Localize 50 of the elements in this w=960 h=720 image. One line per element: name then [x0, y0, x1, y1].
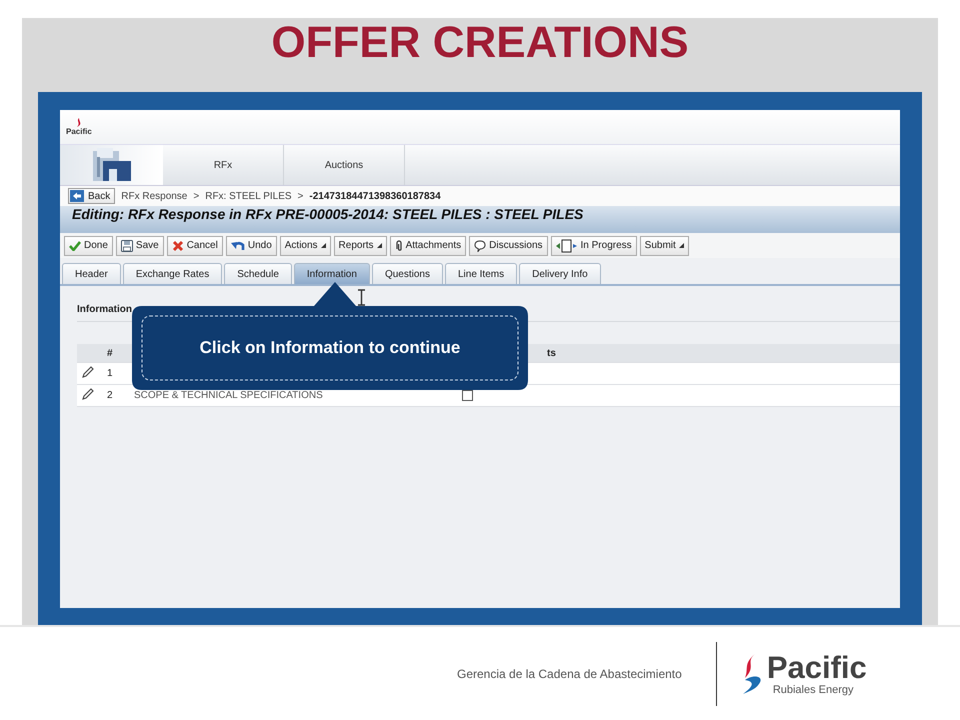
slide-title: OFFER CREATIONS: [270, 18, 690, 69]
paperclip-icon: [394, 240, 403, 252]
table-cell-text: 1: [106, 368, 114, 379]
toolbar-button[interactable]: Done: [64, 236, 113, 256]
tab[interactable]: Schedule: [224, 263, 292, 284]
cross-icon: [172, 240, 184, 252]
footer-text: Gerencia de la Cadena de Abastecimiento: [457, 666, 682, 680]
menu-button[interactable]: Reports: [334, 236, 387, 256]
nav-tab[interactable]: RFx: [163, 145, 284, 185]
tab[interactable]: Information: [294, 263, 370, 284]
tab[interactable]: Questions: [372, 263, 443, 284]
document-arrows-icon: [556, 238, 578, 252]
logo-tagline: Rubiales Energy: [772, 684, 855, 696]
tab[interactable]: Header: [62, 263, 121, 284]
breadcrumb-separator: >: [298, 190, 304, 202]
check-icon: [69, 240, 81, 250]
caret-icon: [678, 243, 684, 248]
logo-text: Pacific: [766, 652, 867, 684]
logo-text: Pacific: [66, 127, 92, 136]
page-heading: Editing: RFx Response in RFx PRE-00005-2014: STEEL PILES : STEEL PILES: [60, 206, 900, 233]
caret-icon: [320, 243, 326, 248]
pencil-icon[interactable]: [82, 366, 94, 378]
toolbar-button[interactable]: Undo: [226, 236, 277, 256]
nav-tab[interactable]: Auctions: [284, 145, 405, 185]
toolbar-button[interactable]: Attachments: [390, 236, 466, 256]
toolbar-button[interactable]: Discussions: [469, 236, 548, 256]
back-button[interactable]: Back: [68, 188, 116, 204]
tab[interactable]: Exchange Rates: [122, 263, 222, 284]
breadcrumb-separator: >: [193, 190, 200, 202]
toolbar-button[interactable]: In Progress: [550, 236, 637, 256]
breadcrumb-link[interactable]: RFx: STEEL PILES: [205, 190, 292, 202]
back-arrow-icon: [70, 190, 84, 202]
pencil-icon[interactable]: [82, 388, 94, 400]
column-header: #: [106, 348, 114, 358]
tab[interactable]: Delivery Info: [519, 263, 601, 284]
table-cell-text: 2: [106, 390, 114, 401]
breadcrumb-link[interactable]: RFx Response: [121, 190, 188, 202]
checkbox[interactable]: [462, 390, 473, 401]
undo-arrow-icon: [230, 240, 245, 252]
tab[interactable]: Line Items: [444, 263, 518, 284]
text-cursor-icon: [357, 289, 366, 306]
toolbar-button[interactable]: Cancel: [166, 236, 223, 256]
speech-bubble-icon: [474, 240, 486, 252]
table-cell-text: SCOPE & TECHNICAL SPECIFICATIONS: [133, 390, 324, 401]
toolbar-button[interactable]: Save: [116, 236, 164, 256]
menu-button[interactable]: Submit: [640, 236, 689, 256]
menu-button[interactable]: Actions: [280, 236, 331, 256]
column-header: ts: [546, 348, 557, 358]
callout-text: Click on Information to continue: [200, 338, 460, 358]
caret-icon: [376, 243, 382, 248]
